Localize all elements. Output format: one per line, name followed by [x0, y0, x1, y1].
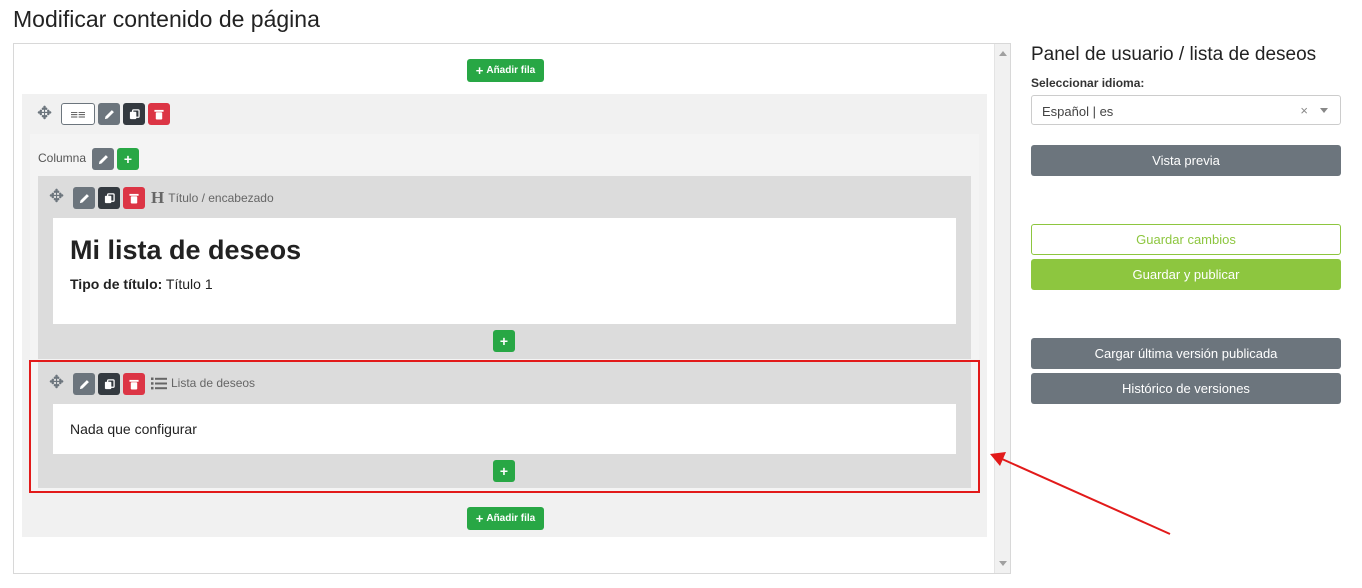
column-container: Columna + ✥ H Título / encabezado Mi lis… — [30, 134, 979, 492]
pencil-icon — [79, 379, 89, 389]
heading-type: Tipo de título: Título 1 — [70, 276, 213, 292]
row-copy-button[interactable] — [123, 103, 145, 125]
block-content: Mi lista de deseos Tipo de título: Títul… — [53, 218, 956, 324]
block-type-label: Título / encabezado — [168, 191, 274, 205]
add-row-label: Añadir fila — [486, 513, 536, 524]
block-add-button[interactable]: + — [493, 460, 515, 482]
block-delete-button[interactable] — [123, 373, 145, 395]
column-edit-button[interactable] — [92, 148, 114, 170]
plus-icon: + — [499, 333, 509, 349]
heading-type-label: Tipo de título: — [70, 276, 163, 292]
pencil-icon — [104, 109, 114, 119]
scroll-up-icon[interactable] — [999, 51, 1007, 56]
block-edit-button[interactable] — [73, 187, 95, 209]
list-icon — [151, 377, 167, 389]
block-type-label: Lista de deseos — [171, 376, 256, 390]
add-row-bottom-button[interactable]: + Añadir fila — [467, 507, 544, 530]
copy-icon — [104, 192, 115, 203]
block-edit-button[interactable] — [73, 373, 95, 395]
row-edit-button[interactable] — [98, 103, 120, 125]
preview-button[interactable]: Vista previa — [1031, 145, 1341, 176]
trash-icon — [154, 109, 164, 120]
language-select[interactable]: Español | es × — [1031, 95, 1341, 125]
block-content: Nada que configurar — [53, 404, 956, 454]
block-type: Lista de deseos — [151, 376, 255, 390]
trash-icon — [129, 379, 139, 390]
column-label: Columna — [38, 151, 87, 165]
version-history-button[interactable]: Histórico de versiones — [1031, 373, 1341, 404]
page-editor: + Añadir fila ✥ ≡≡ Columna + ✥ H Título … — [13, 43, 1011, 574]
column-add-button[interactable]: + — [117, 148, 139, 170]
page-title: Modificar contenido de página — [13, 6, 320, 32]
heading-icon: H — [151, 188, 165, 207]
copy-icon — [129, 108, 140, 119]
pencil-icon — [79, 193, 89, 203]
save-button[interactable]: Guardar cambios — [1031, 224, 1341, 255]
block-delete-button[interactable] — [123, 187, 145, 209]
scroll-down-icon[interactable] — [999, 561, 1007, 566]
plus-icon: + — [475, 63, 484, 78]
plus-icon: + — [475, 511, 484, 526]
block-copy-button[interactable] — [98, 373, 120, 395]
panel-title: Panel de usuario / lista de deseos — [1031, 44, 1317, 65]
save-publish-button[interactable]: Guardar y publicar — [1031, 259, 1341, 290]
block-add-button[interactable]: + — [493, 330, 515, 352]
block-copy-button[interactable] — [98, 187, 120, 209]
plus-icon: + — [499, 463, 509, 479]
move-icon[interactable]: ✥ — [49, 186, 64, 207]
plus-icon: + — [123, 151, 133, 167]
heading-block: ✥ H Título / encabezado Mi lista de dese… — [38, 176, 971, 359]
chevron-down-icon[interactable] — [1320, 108, 1328, 113]
block-content-text: Nada que configurar — [70, 421, 197, 437]
wishlist-block: ✥ Lista de deseos Nada que configurar + — [38, 362, 971, 488]
clear-icon[interactable]: × — [1300, 103, 1308, 118]
heading-type-value: Título 1 — [165, 276, 213, 292]
layout-icon[interactable]: ≡≡ — [61, 103, 95, 125]
pencil-icon — [98, 154, 108, 164]
heading-preview: Mi lista de deseos — [70, 235, 302, 265]
row-delete-button[interactable] — [148, 103, 170, 125]
move-icon[interactable]: ✥ — [49, 372, 64, 393]
trash-icon — [129, 193, 139, 204]
load-last-version-button[interactable]: Cargar última versión publicada — [1031, 338, 1341, 369]
annotation-arrow-icon — [990, 452, 1171, 535]
add-row-label: Añadir fila — [486, 65, 536, 76]
language-label: Seleccionar idioma: — [1031, 76, 1145, 90]
move-icon[interactable]: ✥ — [37, 103, 52, 124]
block-type: H Título / encabezado — [151, 188, 274, 208]
language-value: Español | es — [1042, 104, 1114, 119]
copy-icon — [104, 378, 115, 389]
add-row-top-button[interactable]: + Añadir fila — [467, 59, 544, 82]
row-container: ✥ ≡≡ Columna + ✥ H Título / encabezado M… — [22, 94, 987, 537]
